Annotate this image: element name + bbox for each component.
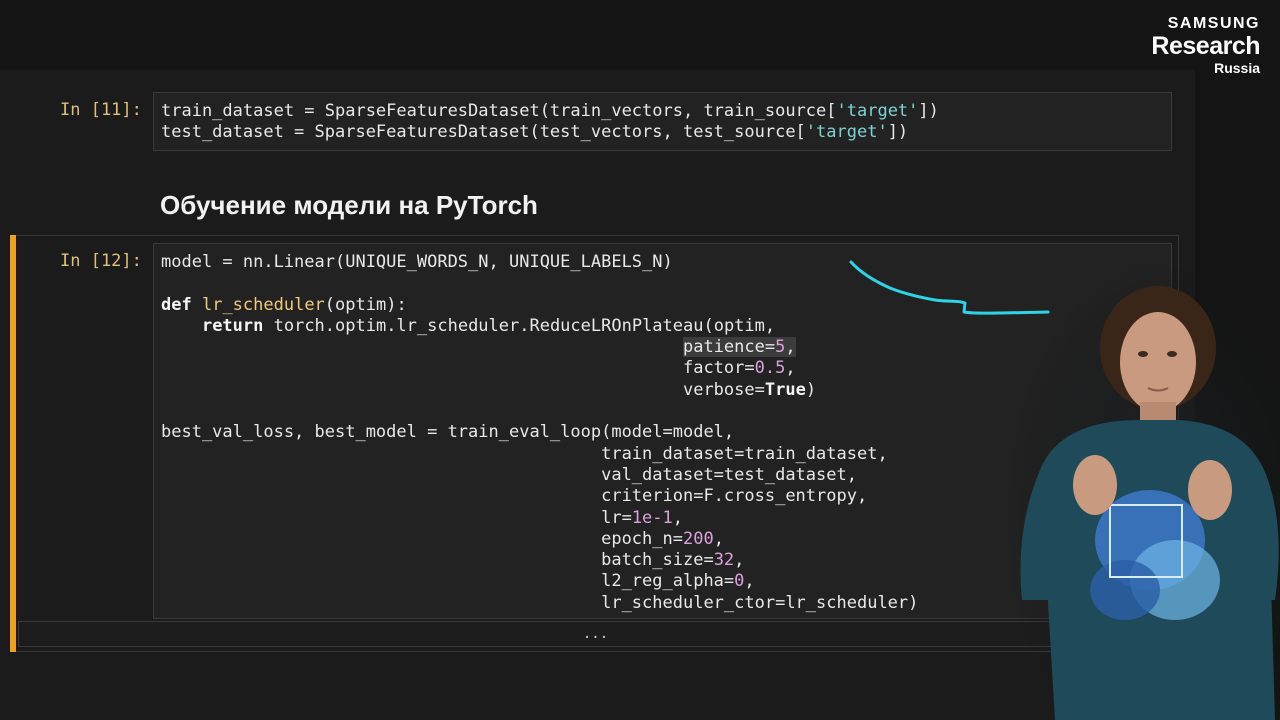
video-frame: SAMSUNG Research Russia In [11]: train_d… xyxy=(0,0,1280,720)
presenter-figure xyxy=(1000,270,1280,720)
